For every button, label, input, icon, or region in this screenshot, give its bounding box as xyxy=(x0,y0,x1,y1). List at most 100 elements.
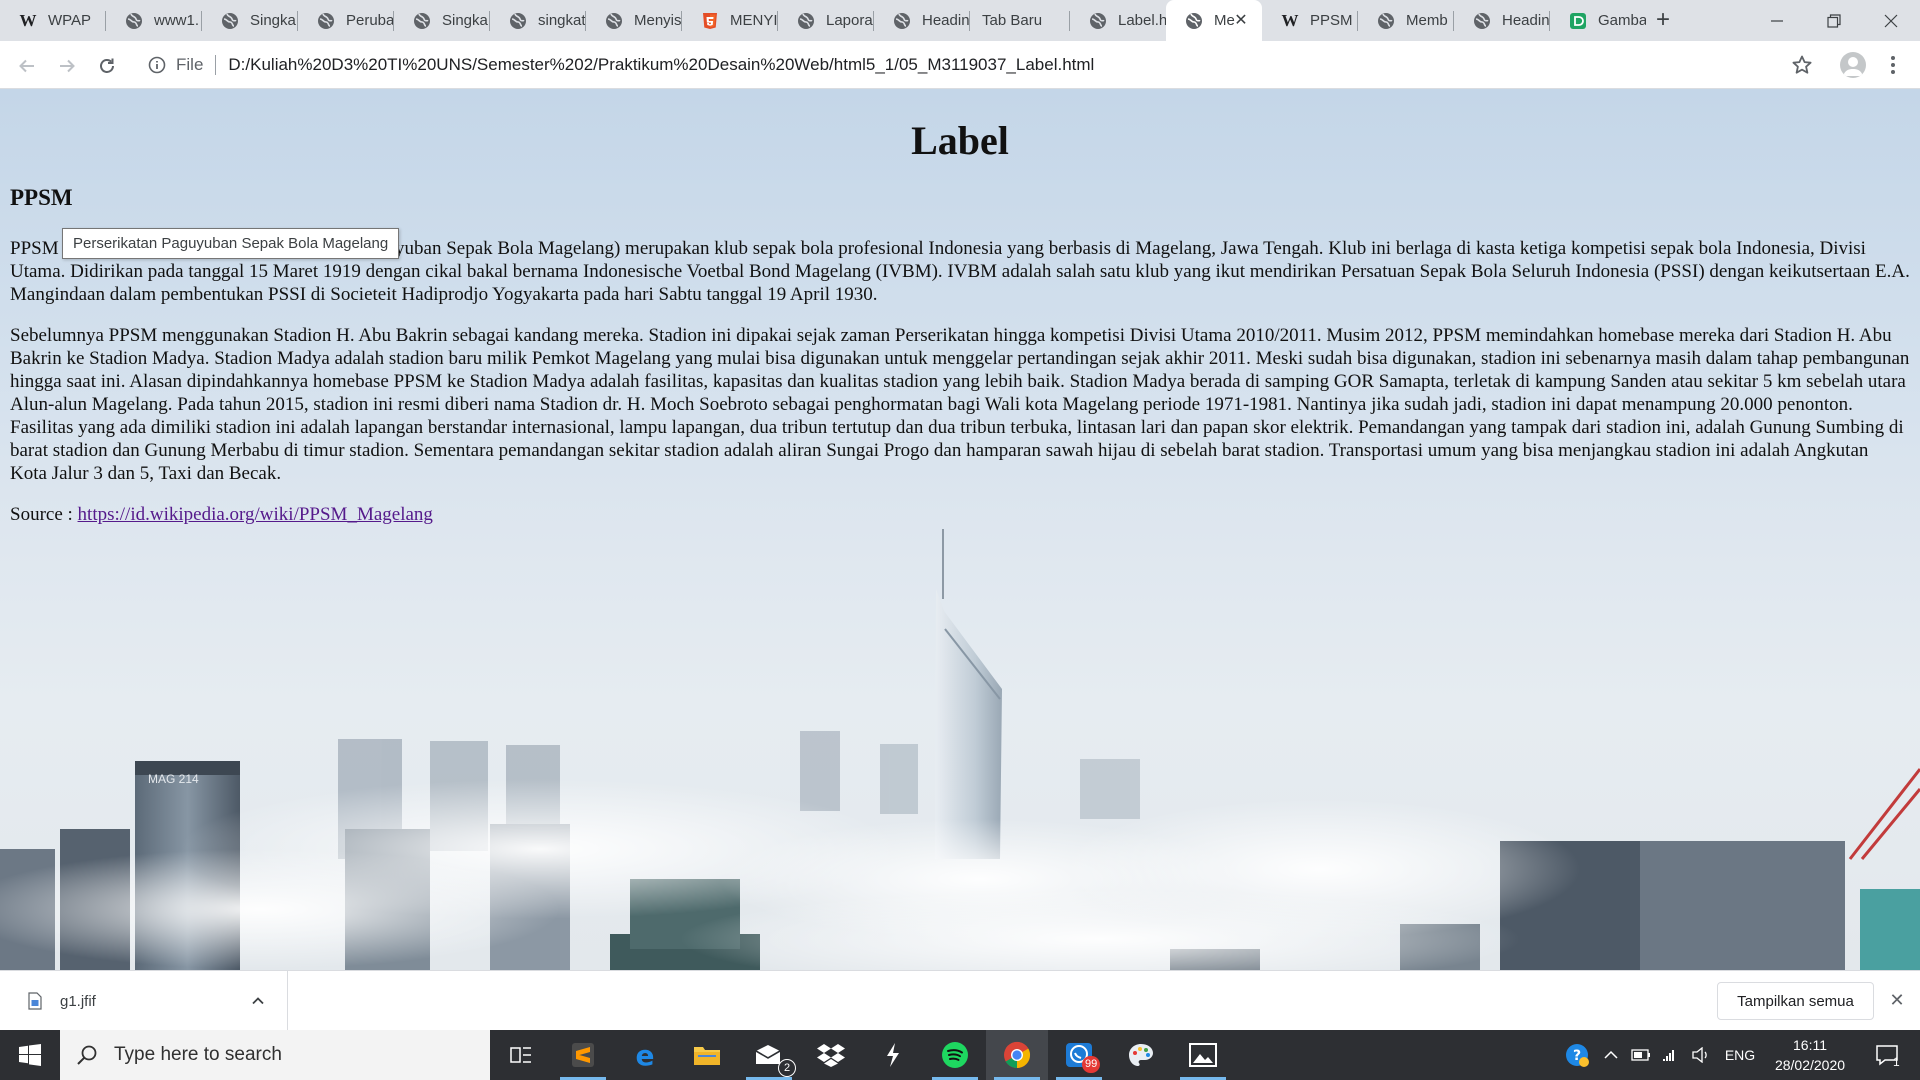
tab-ppsm[interactable]: W PPSM xyxy=(1262,0,1358,41)
profile-avatar[interactable] xyxy=(1840,52,1866,78)
restore-button[interactable] xyxy=(1806,0,1862,41)
close-window-button[interactable] xyxy=(1863,0,1919,41)
tab-lapora[interactable]: Lapora xyxy=(778,0,874,41)
tab-peruba[interactable]: Peruba xyxy=(298,0,394,41)
restore-icon xyxy=(1827,13,1841,28)
close-download-bar-icon[interactable]: ✕ xyxy=(1886,989,1908,1011)
tab-memb[interactable]: Memb xyxy=(1358,0,1454,41)
globe-icon xyxy=(604,11,624,31)
reload-button[interactable] xyxy=(93,52,121,80)
tab-singkat[interactable]: singkat xyxy=(490,0,586,41)
page-title: Label xyxy=(911,118,1009,163)
reload-icon xyxy=(100,58,114,73)
tab-headin-1[interactable]: Headin xyxy=(874,0,970,41)
tab-title: www1. xyxy=(154,12,200,29)
help-tray-icon[interactable]: ? xyxy=(1560,1030,1594,1080)
tab-title: WPAP xyxy=(48,12,92,29)
network-tray-icon[interactable] xyxy=(1658,1030,1684,1080)
sublime-text-app[interactable] xyxy=(552,1030,614,1080)
edge-icon: e xyxy=(635,1038,655,1072)
tab-title: Singka xyxy=(442,12,488,29)
search-icon xyxy=(77,1045,97,1065)
show-hidden-icons-button[interactable] xyxy=(1598,1030,1624,1080)
section-heading: PPSM xyxy=(10,185,73,210)
browser-menu-icon[interactable] xyxy=(1883,52,1903,78)
whatsapp-app[interactable]: 99 xyxy=(1048,1030,1110,1080)
back-button[interactable] xyxy=(13,52,41,80)
browser-toolbar: File D:/Kuliah%20D3%20TI%20UNS/Semester%… xyxy=(0,41,1920,89)
tab-headin-2[interactable]: Headin xyxy=(1454,0,1550,41)
system-clock[interactable]: 16:11 28/02/2020 xyxy=(1770,1030,1850,1080)
tab-label[interactable]: Label.h xyxy=(1070,0,1166,41)
windows-taskbar: Type here to search e 2 99 ? ENG 16:11 2… xyxy=(0,1030,1920,1080)
close-tab-icon[interactable]: ✕ xyxy=(1232,11,1250,29)
taskbar-search-box[interactable]: Type here to search xyxy=(60,1030,490,1080)
tab-title: singkat xyxy=(538,12,586,29)
tab-title: Headin xyxy=(1502,12,1550,29)
file-explorer-app[interactable] xyxy=(676,1030,738,1080)
tab-active-me[interactable]: Me ✕ xyxy=(1166,0,1262,41)
photos-icon xyxy=(1189,1043,1217,1067)
globe-icon xyxy=(412,11,432,31)
chrome-icon xyxy=(1004,1041,1031,1069)
source-link[interactable]: https://id.wikipedia.org/wiki/PPSM_Magel… xyxy=(78,504,433,525)
bookmark-star-icon[interactable] xyxy=(1790,53,1814,77)
tab-title: MENYI xyxy=(730,12,778,29)
minimize-button[interactable] xyxy=(1749,0,1805,41)
tab-wpap[interactable]: W WPAP xyxy=(0,0,106,41)
tab-singka-2[interactable]: Singka xyxy=(394,0,490,41)
address-separator xyxy=(215,55,217,75)
chevron-up-icon[interactable] xyxy=(248,991,268,1011)
tab-www1[interactable]: www1. xyxy=(106,0,202,41)
chrome-app[interactable] xyxy=(986,1030,1048,1080)
spotify-app[interactable] xyxy=(924,1030,986,1080)
paint-app[interactable] xyxy=(1110,1030,1172,1080)
input-language[interactable]: ENG xyxy=(1718,1030,1762,1080)
tab-menyi[interactable]: MENYI xyxy=(682,0,778,41)
whatsapp-badge: 99 xyxy=(1082,1056,1101,1073)
battery-icon xyxy=(1631,1049,1650,1061)
new-tab-button[interactable]: + xyxy=(1650,8,1676,34)
forward-arrow-icon xyxy=(60,59,75,73)
lightning-icon xyxy=(887,1043,899,1067)
volume-tray-icon[interactable] xyxy=(1688,1030,1714,1080)
source-label: Source : xyxy=(10,504,78,525)
tab-title: Headin xyxy=(922,12,970,29)
tab-singka-1[interactable]: Singka xyxy=(202,0,298,41)
battery-tray-icon[interactable] xyxy=(1628,1030,1654,1080)
globe-icon xyxy=(316,11,336,31)
photos-app[interactable] xyxy=(1172,1030,1234,1080)
wikipedia-icon: W xyxy=(19,10,37,30)
action-center-button[interactable]: 1 xyxy=(1862,1030,1912,1080)
edge-app[interactable]: e xyxy=(614,1030,676,1080)
tab-title: Gamba xyxy=(1598,12,1646,29)
bolt-app[interactable] xyxy=(862,1030,924,1080)
show-all-downloads-button[interactable]: Tampilkan semua xyxy=(1717,982,1874,1020)
source-line: Source : https://id.wikipedia.org/wiki/P… xyxy=(10,503,1910,526)
docs-icon xyxy=(1568,11,1588,31)
tab-gamba[interactable]: Gamba xyxy=(1550,0,1646,41)
start-button[interactable] xyxy=(0,1030,60,1080)
url-text[interactable]: D:/Kuliah%20D3%20TI%20UNS/Semester%202/P… xyxy=(228,55,1094,75)
help-icon: ? xyxy=(1566,1044,1589,1067)
address-bar[interactable]: File D:/Kuliah%20D3%20TI%20UNS/Semester%… xyxy=(140,48,1800,82)
task-view-icon xyxy=(510,1047,531,1063)
tab-title: Label.h xyxy=(1118,12,1166,29)
html5-icon xyxy=(700,11,720,31)
task-view-button[interactable] xyxy=(490,1030,552,1080)
globe-icon xyxy=(1472,11,1492,31)
forward-button[interactable] xyxy=(53,52,81,80)
download-item[interactable]: g1.jfif xyxy=(0,971,288,1031)
image-file-icon xyxy=(28,992,42,1010)
tab-tab-baru[interactable]: Tab Baru xyxy=(970,0,1070,41)
abbr-ppsm[interactable]: PPSM xyxy=(10,238,59,259)
tab-title: Peruba xyxy=(346,12,394,29)
back-arrow-icon xyxy=(19,59,34,73)
minimize-icon xyxy=(1771,19,1783,22)
tab-menyis[interactable]: Menyis xyxy=(586,0,682,41)
globe-icon xyxy=(508,11,528,31)
mail-app[interactable]: 2 xyxy=(738,1030,800,1080)
dropbox-app[interactable] xyxy=(800,1030,862,1080)
info-icon[interactable] xyxy=(148,56,166,74)
tab-strip: W WPAP www1. Singka Peruba Singka singka… xyxy=(0,0,1920,41)
